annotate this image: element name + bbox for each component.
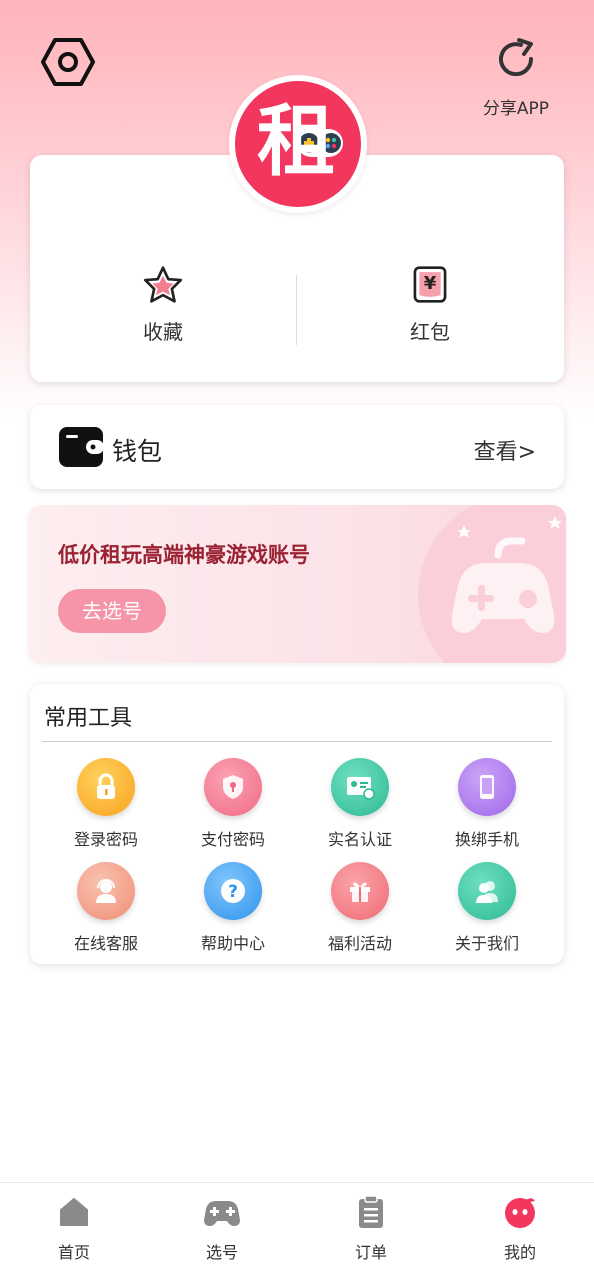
share-app-label: 分享APP	[482, 99, 550, 119]
gamepad-icon	[204, 1201, 240, 1226]
tool-change-phone[interactable]: 换绑手机	[432, 758, 542, 854]
tool-label: 在线客服	[73, 934, 138, 953]
tools-card: 常用工具 登录密码 支付密码 实名认证 换绑手机 在线客服 ? 帮助中心 福利活…	[30, 684, 564, 964]
favorites-button[interactable]: 收藏	[83, 265, 243, 345]
promo-banner[interactable]: 低价租玩高端神豪游戏账号 去选号	[28, 505, 566, 663]
tab-home[interactable]: 首页	[19, 1195, 129, 1275]
favorites-label: 收藏	[143, 320, 183, 344]
headset-icon	[77, 862, 135, 920]
help-icon: ?	[204, 862, 262, 920]
tool-label: 福利活动	[327, 934, 392, 953]
tab-mine-label: 我的	[503, 1243, 536, 1262]
logo-badge: 租	[235, 81, 361, 207]
tab-select-label: 选号	[205, 1243, 238, 1262]
tool-label: 关于我们	[454, 934, 519, 953]
svg-text:?: ?	[228, 882, 238, 902]
tool-welfare[interactable]: 福利活动	[305, 862, 415, 958]
tab-mine[interactable]: 我的	[465, 1195, 575, 1275]
wallet-row[interactable]: 钱包 查看>	[30, 405, 564, 489]
tool-about-us[interactable]: 关于我们	[432, 862, 542, 958]
tool-label: 登录密码	[73, 830, 138, 849]
wallet-label: 钱包	[112, 437, 163, 466]
tab-home-label: 首页	[57, 1243, 90, 1262]
tab-orders[interactable]: 订单	[316, 1195, 426, 1275]
lock-icon	[77, 758, 135, 816]
tool-label: 换绑手机	[454, 830, 519, 849]
settings-button[interactable]	[40, 34, 96, 90]
tool-real-name[interactable]: 实名认证	[305, 758, 415, 854]
tool-label: 帮助中心	[200, 934, 265, 953]
tool-label: 支付密码	[200, 830, 265, 849]
settings-hex-icon	[41, 38, 95, 86]
bottom-tab-bar: 首页 选号 订单 我的	[0, 1182, 594, 1280]
id-card-icon	[331, 758, 389, 816]
red-packet-button[interactable]: ¥ 红包	[350, 265, 510, 345]
users-icon	[458, 862, 516, 920]
profile-divider	[296, 275, 297, 345]
red-packet-symbol: ¥	[423, 273, 437, 294]
share-refresh-icon	[499, 38, 534, 77]
tool-login-password[interactable]: 登录密码	[51, 758, 161, 854]
tool-label: 实名认证	[327, 830, 392, 849]
wallet-icon	[59, 427, 104, 467]
tools-title: 常用工具	[44, 706, 133, 731]
wallet-view-link[interactable]: 查看>	[474, 434, 536, 466]
banner-gamepad-icon	[451, 516, 562, 633]
red-packet-label: 红包	[410, 320, 450, 344]
tools-divider	[42, 741, 552, 742]
home-icon	[60, 1198, 88, 1226]
clipboard-icon	[359, 1195, 383, 1228]
tab-select[interactable]: 选号	[167, 1195, 277, 1275]
shield-icon	[204, 758, 262, 816]
gift-icon	[331, 862, 389, 920]
tool-online-service[interactable]: 在线客服	[51, 862, 161, 958]
banner-title: 低价租玩高端神豪游戏账号	[58, 543, 310, 567]
logo-char: 租	[257, 97, 336, 187]
choose-account-button[interactable]: 去选号	[58, 589, 166, 633]
tool-help-center[interactable]: ? 帮助中心	[178, 862, 288, 958]
app-logo: 租	[229, 75, 367, 213]
share-app-button[interactable]: 分享APP	[470, 34, 562, 130]
tab-orders-label: 订单	[354, 1243, 387, 1262]
tool-payment-password[interactable]: 支付密码	[178, 758, 288, 854]
profile-face-icon	[505, 1198, 535, 1228]
phone-icon	[458, 758, 516, 816]
star-icon	[143, 266, 183, 303]
